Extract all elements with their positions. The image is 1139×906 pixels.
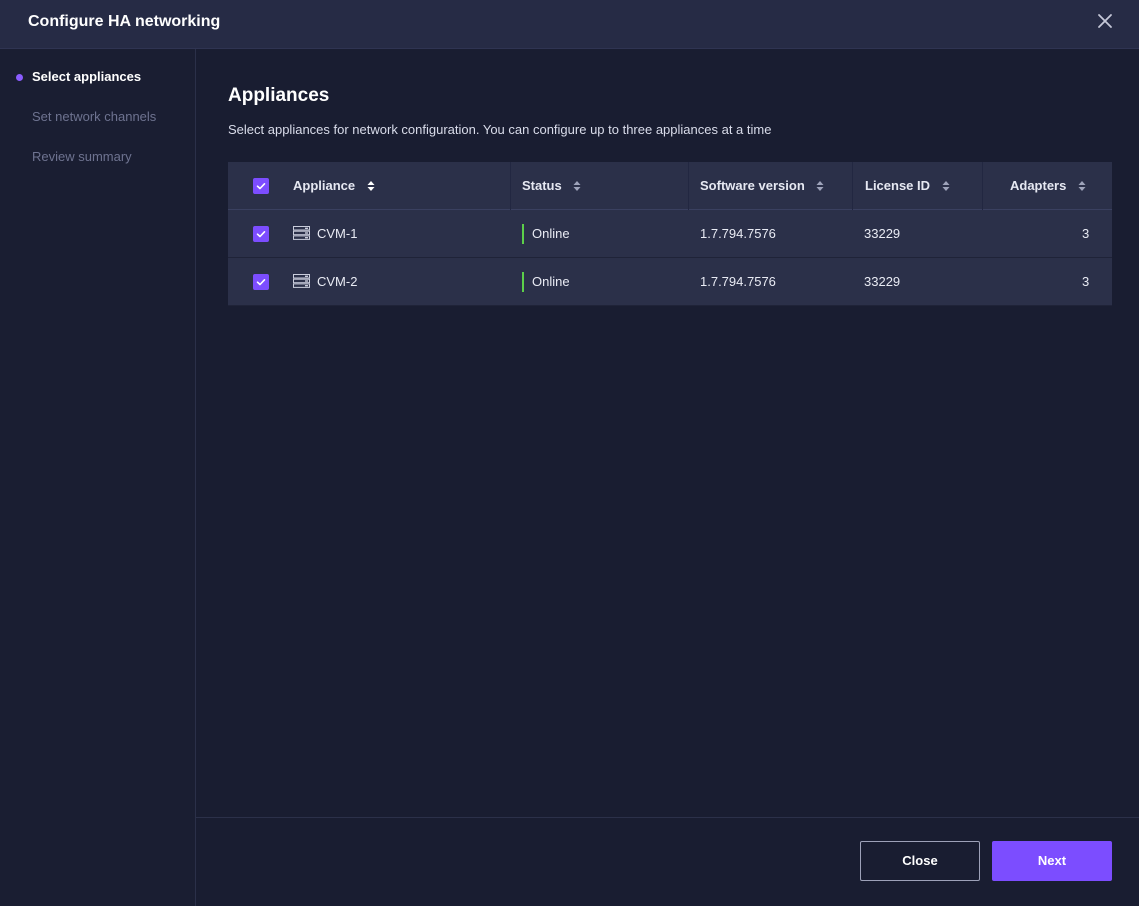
wizard-steps: Select appliances Set network channels R… bbox=[0, 49, 196, 906]
column-header-adapters[interactable]: Adapters bbox=[1010, 162, 1086, 210]
column-header-license-id[interactable]: License ID bbox=[865, 162, 950, 210]
table-row[interactable]: CVM-2 Online 1.7.794.7576 33229 3 bbox=[228, 258, 1112, 306]
column-label: Software version bbox=[700, 178, 805, 193]
sort-icon[interactable] bbox=[367, 180, 375, 192]
step-review-summary[interactable]: Review summary bbox=[32, 149, 132, 164]
software-version: 1.7.794.7576 bbox=[700, 226, 776, 241]
close-button[interactable]: Close bbox=[860, 841, 980, 881]
column-label: Status bbox=[522, 178, 562, 193]
checkmark-icon bbox=[256, 279, 266, 286]
close-icon[interactable] bbox=[1096, 12, 1114, 30]
appliance-name: CVM-2 bbox=[317, 274, 358, 289]
step-set-network-channels[interactable]: Set network channels bbox=[32, 109, 156, 124]
table-row[interactable]: CVM-1 Online 1.7.794.7576 33229 3 bbox=[228, 210, 1112, 258]
table-header: Appliance Status Software version Licens… bbox=[228, 162, 1112, 210]
license-id: 33229 bbox=[864, 274, 901, 289]
sort-icon[interactable] bbox=[573, 180, 581, 192]
adapters-count: 3 bbox=[1082, 226, 1090, 241]
page-description: Select appliances for network configurat… bbox=[228, 122, 772, 137]
column-divider bbox=[510, 162, 511, 210]
column-divider bbox=[852, 162, 853, 210]
dialog-header: Configure HA networking bbox=[0, 0, 1139, 49]
sort-icon[interactable] bbox=[942, 180, 950, 192]
column-header-software-version[interactable]: Software version bbox=[700, 162, 824, 210]
appliances-table: Appliance Status Software version Licens… bbox=[228, 162, 1112, 306]
status-text: Online bbox=[532, 226, 570, 241]
status-text: Online bbox=[532, 274, 570, 289]
main-content: Appliances Select appliances for network… bbox=[196, 49, 1139, 906]
checkmark-icon bbox=[256, 231, 266, 238]
status-indicator bbox=[522, 224, 524, 244]
sort-icon[interactable] bbox=[1078, 180, 1086, 192]
appliance-name: CVM-1 bbox=[317, 226, 358, 241]
status-indicator bbox=[522, 272, 524, 292]
select-all-checkbox[interactable] bbox=[253, 178, 269, 194]
software-version: 1.7.794.7576 bbox=[700, 274, 776, 289]
column-label: Adapters bbox=[1010, 178, 1067, 193]
checkmark-icon bbox=[256, 183, 266, 190]
active-step-dot bbox=[16, 74, 23, 81]
column-divider bbox=[688, 162, 689, 210]
column-header-appliance[interactable]: Appliance bbox=[293, 162, 375, 210]
server-icon bbox=[293, 226, 310, 240]
column-label: License ID bbox=[865, 178, 931, 193]
footer-divider bbox=[196, 817, 1139, 818]
step-select-appliances[interactable]: Select appliances bbox=[32, 69, 141, 84]
column-header-status[interactable]: Status bbox=[522, 162, 581, 210]
sort-icon[interactable] bbox=[816, 180, 824, 192]
adapters-count: 3 bbox=[1082, 274, 1090, 289]
column-divider bbox=[982, 162, 983, 210]
license-id: 33229 bbox=[864, 226, 901, 241]
column-label: Appliance bbox=[293, 178, 356, 193]
page-title: Appliances bbox=[228, 85, 330, 106]
next-button[interactable]: Next bbox=[992, 841, 1112, 881]
row-checkbox[interactable] bbox=[253, 274, 269, 290]
dialog-title: Configure HA networking bbox=[28, 13, 221, 30]
row-checkbox[interactable] bbox=[253, 226, 269, 242]
server-icon bbox=[293, 274, 310, 288]
